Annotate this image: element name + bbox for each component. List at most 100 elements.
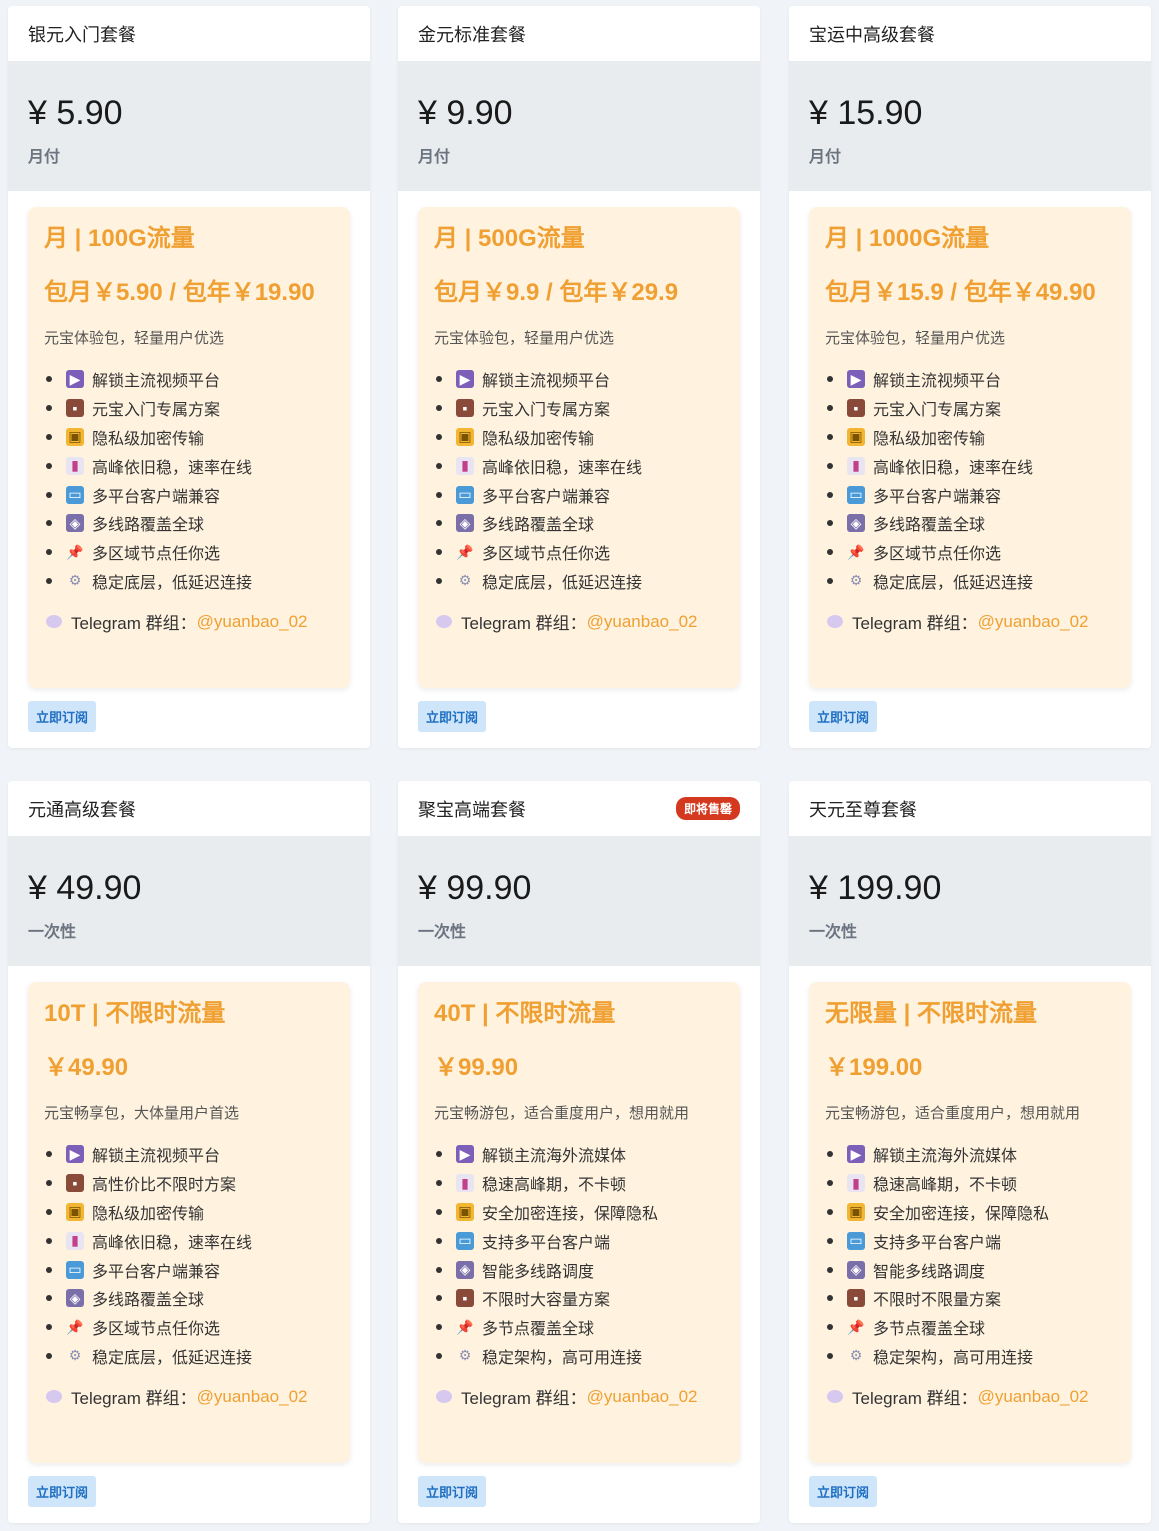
bullet-dot xyxy=(46,1295,52,1302)
bullet-dot xyxy=(827,1324,833,1331)
plan-description: 元宝体验包，轻量用户优选 xyxy=(825,330,1006,347)
computer-icon: ▭ xyxy=(847,1231,865,1250)
subscribe-button[interactable]: 立即订阅 xyxy=(809,1476,878,1507)
feature-item: ◈ 智能多线路调度 xyxy=(434,1255,724,1284)
bullet-dot xyxy=(827,433,833,440)
feature-item: ▮ 高峰依旧稳，速率在线 xyxy=(434,451,724,480)
telegram-handle-link[interactable]: @yuanbao_02 xyxy=(197,612,308,632)
price-band: ¥ 9.90 月付 xyxy=(398,61,760,191)
telegram-group: Telegram 群组： @yuanbao_02 xyxy=(434,609,724,634)
feature-text: 多线路覆盖全球 xyxy=(482,517,595,535)
subscribe-button[interactable]: 立即订阅 xyxy=(28,701,97,732)
telegram-handle-link[interactable]: @yuanbao_02 xyxy=(978,612,1089,632)
bullet-dot xyxy=(46,1151,52,1158)
feature-item: ▣ 安全加密连接，保障隐私 xyxy=(825,1198,1115,1227)
subscribe-button[interactable]: 立即订阅 xyxy=(418,701,487,732)
price: ¥ 5.90 xyxy=(28,94,123,132)
subscribe-button[interactable]: 立即订阅 xyxy=(809,701,878,732)
telegram-handle-link[interactable]: @yuanbao_02 xyxy=(197,1387,308,1407)
plan-details: 月 | 1000G流量 包月￥15.9 / 包年￥49.90 元宝体验包，轻量用… xyxy=(809,207,1131,688)
feature-text: 多区域节点任你选 xyxy=(92,546,221,564)
bullet-dot xyxy=(827,1180,833,1187)
subscribe-button[interactable]: 立即订阅 xyxy=(28,1476,97,1507)
feature-list: ▶ 解锁主流视频平台 ▪ 高性价比不限时方案 ▣ 隐私级加密传输 ▮ 高峰依旧稳… xyxy=(44,1140,334,1370)
feature-item: 📌 多区域节点任你选 xyxy=(44,1313,334,1342)
feature-list: ▶ 解锁主流视频平台 ▪ 元宝入门专属方案 ▣ 隐私级加密传输 ▮ 高峰依旧稳，… xyxy=(825,365,1115,595)
feature-item: ▮ 高峰依旧稳，速率在线 xyxy=(44,451,334,480)
bullet-dot xyxy=(436,433,442,440)
bullet-dot xyxy=(827,376,833,383)
film-icon: ▶ xyxy=(847,1145,865,1164)
feature-text: 多线路覆盖全球 xyxy=(873,517,986,535)
feature-item: ◈ 多线路覆盖全球 xyxy=(44,1284,334,1313)
pin-icon: 📌 xyxy=(66,1318,84,1335)
feature-text: 稳速高峰期，不卡顿 xyxy=(873,1177,1018,1195)
feature-list: ▶ 解锁主流视频平台 ▪ 元宝入门专属方案 ▣ 隐私级加密传输 ▮ 高峰依旧稳，… xyxy=(434,365,724,595)
chart-icon: ▮ xyxy=(456,1174,474,1193)
plan-title: 40T | 不限时流量 xyxy=(434,1000,616,1027)
lock-icon: ▣ xyxy=(456,1202,474,1221)
card-header: 金元标准套餐 xyxy=(398,6,760,61)
pin-icon: 📌 xyxy=(456,1318,474,1335)
telegram-label: Telegram 群组： xyxy=(71,614,197,634)
chart-icon: ▮ xyxy=(456,456,474,475)
speech-bubble-icon xyxy=(827,615,843,629)
satellite-icon: ◈ xyxy=(66,1289,84,1308)
telegram-label: Telegram 群组： xyxy=(852,614,978,634)
feature-item: ▣ 隐私级加密传输 xyxy=(44,423,334,452)
subscribe-button[interactable]: 立即订阅 xyxy=(418,1476,487,1507)
telegram-handle-link[interactable]: @yuanbao_02 xyxy=(587,1387,698,1407)
feature-list: ▶ 解锁主流视频平台 ▪ 元宝入门专属方案 ▣ 隐私级加密传输 ▮ 高峰依旧稳，… xyxy=(44,365,334,595)
feature-text: 稳定架构，高可用连接 xyxy=(873,1349,1034,1367)
plan-name: 金元标准套餐 xyxy=(418,24,526,45)
feature-text: 稳定底层，低延迟连接 xyxy=(92,574,253,592)
plan-description: 元宝畅游包，适合重度用户，想用就用 xyxy=(434,1105,690,1122)
pricing-grid: 银元入门套餐 ¥ 5.90 月付 月 | 100G流量 包月￥5.90 / 包年… xyxy=(0,0,1159,1531)
plan-card: 宝运中高级套餐 ¥ 15.90 月付 月 | 1000G流量 包月￥15.9 /… xyxy=(789,6,1151,748)
briefcase-icon: ▪ xyxy=(847,399,865,418)
plan-card: 聚宝高端套餐 即将售罄 ¥ 99.90 一次性 40T | 不限时流量 ￥99.… xyxy=(398,781,760,1523)
chart-icon: ▮ xyxy=(847,1174,865,1193)
feature-item: ⚙ 稳定底层，低延迟连接 xyxy=(44,567,334,596)
card-header: 宝运中高级套餐 xyxy=(789,6,1151,61)
feature-text: 多线路覆盖全球 xyxy=(92,517,205,535)
bullet-dot xyxy=(436,1295,442,1302)
feature-item: ▣ 安全加密连接，保障隐私 xyxy=(434,1198,724,1227)
plan-details: 无限量 | 不限时流量 ￥199.00 元宝畅游包，适合重度用户，想用就用 ▶ … xyxy=(809,982,1131,1463)
plan-card: 金元标准套餐 ¥ 9.90 月付 月 | 500G流量 包月￥9.9 / 包年￥… xyxy=(398,6,760,748)
film-icon: ▶ xyxy=(66,1145,84,1164)
chart-icon: ▮ xyxy=(847,456,865,475)
telegram-handle-link[interactable]: @yuanbao_02 xyxy=(978,1387,1089,1407)
plan-details: 40T | 不限时流量 ￥99.90 元宝畅游包，适合重度用户，想用就用 ▶ 解… xyxy=(418,982,740,1463)
plan-title: 无限量 | 不限时流量 xyxy=(825,1000,1038,1027)
plan-name: 银元入门套餐 xyxy=(28,24,136,45)
feature-text: 多区域节点任你选 xyxy=(482,546,611,564)
feature-text: 元宝入门专属方案 xyxy=(92,402,221,420)
billing-period: 月付 xyxy=(809,149,842,166)
plan-price: ￥199.00 xyxy=(825,1054,923,1081)
bullet-dot xyxy=(827,1352,833,1359)
plan-details: 月 | 500G流量 包月￥9.9 / 包年￥29.9 元宝体验包，轻量用户优选… xyxy=(418,207,740,688)
feature-text: 隐私级加密传输 xyxy=(92,430,205,448)
feature-text: 稳定底层，低延迟连接 xyxy=(873,574,1034,592)
bullet-dot xyxy=(827,520,833,527)
bullet-dot xyxy=(436,1151,442,1158)
film-icon: ▶ xyxy=(456,1145,474,1164)
feature-list: ▶ 解锁主流海外流媒体 ▮ 稳速高峰期，不卡顿 ▣ 安全加密连接，保障隐私 ▭ … xyxy=(825,1140,1115,1370)
briefcase-icon: ▪ xyxy=(456,1289,474,1308)
feature-text: 安全加密连接，保障隐私 xyxy=(873,1205,1050,1223)
telegram-handle-link[interactable]: @yuanbao_02 xyxy=(587,612,698,632)
bullet-dot xyxy=(46,549,52,556)
bullet-dot xyxy=(46,1352,52,1359)
telegram-group: Telegram 群组： @yuanbao_02 xyxy=(825,1384,1115,1409)
card-header: 银元入门套餐 xyxy=(8,6,370,61)
billing-period: 一次性 xyxy=(809,924,858,941)
feature-item: ◈ 多线路覆盖全球 xyxy=(44,509,334,538)
feature-item: ▪ 元宝入门专属方案 xyxy=(44,394,334,423)
bullet-dot xyxy=(827,491,833,498)
bullet-dot xyxy=(436,1208,442,1215)
bullet-dot xyxy=(436,491,442,498)
feature-text: 多平台客户端兼容 xyxy=(92,488,221,506)
bullet-dot xyxy=(827,1266,833,1273)
price-band: ¥ 199.90 一次性 xyxy=(789,836,1151,966)
